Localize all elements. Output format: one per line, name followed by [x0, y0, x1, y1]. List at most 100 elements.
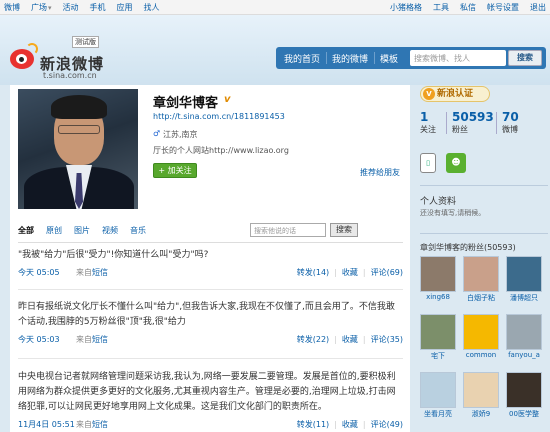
posts-label: 微博 [502, 125, 518, 134]
fan-item[interactable]: common [461, 314, 501, 359]
mobile-phone-icon[interactable]: ▯ [420, 153, 436, 173]
tools-link[interactable]: 工具 [433, 2, 449, 13]
profile-avatar [18, 89, 138, 209]
post-item: 中央电视台记者就网络管理问题采访我,我认为,网络一要发展二要管理。发展是首位的,… [18, 370, 403, 432]
fan-name[interactable]: fanyou_a [504, 351, 544, 359]
tab-videos[interactable]: 视频 [102, 225, 118, 236]
post-source-link[interactable]: 短信 [92, 268, 108, 277]
fan-name[interactable]: 淑娇9 [461, 409, 501, 419]
fan-item[interactable]: fanyou_a [504, 314, 544, 359]
sina-weibo-logo[interactable]: 新浪微博 t.sina.com.cn 测试版 [10, 36, 110, 85]
favorite-button[interactable]: 收藏 [342, 420, 358, 429]
fan-item[interactable]: 淑娇9 [461, 372, 501, 419]
forward-button[interactable]: 转发(11) [297, 420, 329, 429]
stat-following[interactable]: 1 关注 [420, 110, 436, 135]
msn-icon[interactable]: ☻ [446, 153, 466, 173]
bound-devices: ▯ ☻ [420, 153, 466, 173]
fan-item[interactable]: 坐看月亮 [418, 372, 458, 419]
nav-my-home[interactable]: 我的首页 [284, 52, 320, 65]
profile-description: 厅长的个人网站http://www.lizao.org [153, 146, 289, 155]
tab-images[interactable]: 图片 [74, 225, 90, 236]
fan-avatar[interactable] [463, 372, 499, 408]
fan-name[interactable]: xing68 [418, 293, 458, 301]
forward-button[interactable]: 转发(22) [297, 335, 329, 344]
post-source-link[interactable]: 短信 [92, 420, 108, 429]
fan-avatar[interactable] [420, 372, 456, 408]
favorite-button[interactable]: 收藏 [342, 268, 358, 277]
header-search-input[interactable]: 搜索微博、找人 [410, 50, 506, 66]
tab-original[interactable]: 原创 [46, 225, 62, 236]
post-actions: 转发(14) | 收藏 | 评论(69) [296, 268, 403, 277]
post-actions: 转发(11) | 收藏 | 评论(49) [296, 420, 403, 429]
top-nav-apps[interactable]: 应用 [117, 2, 133, 13]
fan-avatar[interactable] [420, 256, 456, 292]
fan-name[interactable]: 00医学整 [504, 409, 544, 419]
post-time[interactable]: 今天 05:05 [18, 267, 60, 278]
tab-music[interactable]: 音乐 [130, 225, 146, 236]
fan-item[interactable]: xing68 [418, 256, 458, 301]
post-source: 来自短信 [76, 335, 108, 344]
username-link[interactable]: 小猪格格 [390, 2, 422, 13]
post-time[interactable]: 今天 05:03 [18, 334, 60, 345]
header-search-button[interactable]: 搜索 [508, 50, 542, 66]
fan-item[interactable]: 白烟子粘 [461, 256, 501, 303]
post-source: 来自短信 [76, 268, 108, 277]
post-text: 昨日有报纸说文化厅长不懂什么叫"给力",但我告诉大家,我现在不仅懂了,而且会用了… [18, 302, 395, 327]
top-bar: 微博 广场 活动 手机 应用 找人 小猪格格 工具 私信 帐号设置 退出 [0, 0, 550, 15]
sina-verified-badge[interactable]: V 新浪认证 [420, 86, 490, 102]
stat-fans[interactable]: 50593 粉丝 [452, 110, 494, 135]
fans-label: 粉丝 [452, 125, 468, 134]
fan-item[interactable]: 宅下 [418, 314, 458, 361]
feed-search-button[interactable]: 搜索 [330, 223, 358, 237]
post-time[interactable]: 11月4日 05:51 [18, 419, 75, 430]
fan-name[interactable]: 坐看月亮 [418, 409, 458, 419]
verified-v-icon: V [423, 88, 435, 100]
feed-search-input[interactable]: 搜索他说的话 [250, 223, 326, 237]
post-source: 来自短信 [76, 420, 108, 429]
tab-all[interactable]: 全部 [18, 225, 34, 236]
comment-button[interactable]: 评论(49) [371, 420, 403, 429]
fan-name[interactable]: 宅下 [418, 351, 458, 361]
forward-button[interactable]: 转发(14) [297, 268, 329, 277]
favorite-button[interactable]: 收藏 [342, 335, 358, 344]
header: 新浪微博 t.sina.com.cn 测试版 我的首页 我的微博 模板 搜索微博… [0, 15, 550, 85]
top-nav-activity[interactable]: 活动 [63, 2, 79, 13]
fan-item[interactable]: 潘博超只 [504, 256, 544, 303]
feed-tabs: 全部 原创 图片 视频 音乐 [18, 225, 158, 236]
fan-avatar[interactable] [463, 314, 499, 350]
sidebar: V 新浪认证 1 关注 50593 粉丝 70 微博 ▯ ☻ 个人资料 还没有填… [412, 85, 550, 432]
fan-avatar[interactable] [506, 256, 542, 292]
top-nav-square[interactable]: 广场 [31, 2, 52, 13]
top-nav-mobile[interactable]: 手机 [90, 2, 106, 13]
fan-avatar[interactable] [506, 372, 542, 408]
nav-templates[interactable]: 模板 [380, 52, 398, 65]
post-meta: 11月4日 05:51 来自短信 转发(11) | 收藏 | 评论(49) [18, 419, 403, 432]
account-settings-link[interactable]: 帐号设置 [487, 2, 519, 13]
comment-button[interactable]: 评论(69) [371, 268, 403, 277]
stat-posts[interactable]: 70 微博 [502, 110, 519, 135]
post-item: "我被"给力"后很"受力"!你知道什么叫"受力"吗? 今天 05:05 来自短信… [18, 248, 403, 281]
fan-name[interactable]: 潘博超只 [504, 293, 544, 303]
fan-avatar[interactable] [463, 256, 499, 292]
fans-list-title[interactable]: 章剑华博客的粉丝(50593) [420, 242, 516, 253]
profile-location: 江苏,南京 [163, 130, 198, 139]
fan-item[interactable]: 00医学整 [504, 372, 544, 419]
fan-avatar[interactable] [420, 314, 456, 350]
fan-avatar[interactable] [506, 314, 542, 350]
post-source-link[interactable]: 短信 [92, 335, 108, 344]
verified-label: 新浪认证 [437, 89, 474, 99]
top-nav-weibo[interactable]: 微博 [4, 2, 20, 13]
profile-info-title: 个人资料 [420, 197, 457, 207]
fan-name[interactable]: 白烟子粘 [461, 293, 501, 303]
messages-link[interactable]: 私信 [460, 2, 476, 13]
fan-name[interactable]: common [461, 351, 501, 359]
comment-button[interactable]: 评论(35) [371, 335, 403, 344]
nav-my-weibo[interactable]: 我的微博 [332, 52, 368, 65]
weibo-eye-icon [10, 43, 38, 71]
profile-url[interactable]: http://t.sina.com.cn/1811891453 [153, 112, 285, 121]
top-nav-find-people[interactable]: 找人 [144, 2, 160, 13]
recommend-to-friends-link[interactable]: 推荐给朋友 [360, 167, 400, 178]
logout-link[interactable]: 退出 [530, 2, 546, 13]
follow-button[interactable]: + 加关注 [153, 163, 197, 178]
post-text: 中央电视台记者就网络管理问题采访我,我认为,网络一要发展二要管理。发展是首位的,… [18, 372, 396, 412]
